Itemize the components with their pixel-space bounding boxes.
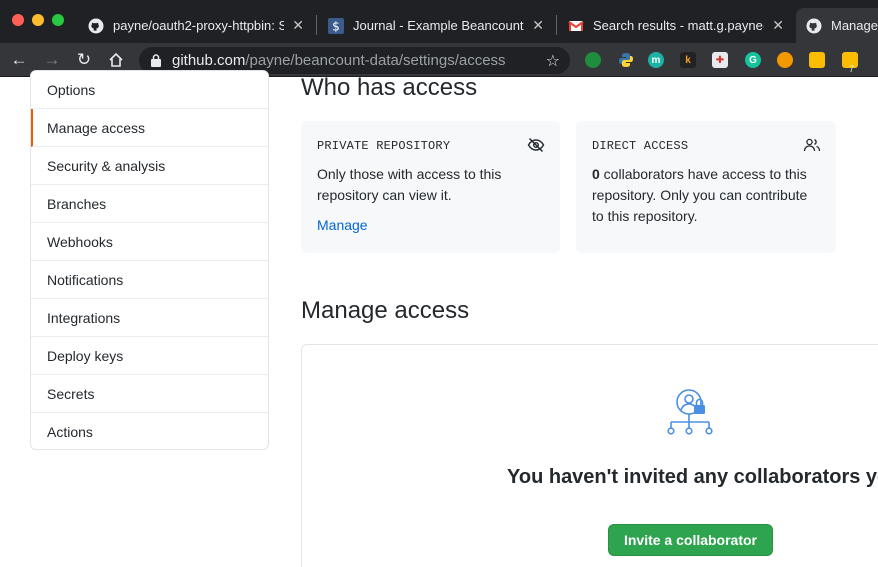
window-close-button[interactable]: [12, 14, 24, 26]
private-repository-card: PRIVATE REPOSITORY Only those with acces…: [301, 121, 560, 253]
browser-tab-bar: payne/oauth2-proxy-httpbin: S ✕ $ Journa…: [0, 0, 878, 43]
forward-arrow-icon[interactable]: →: [42, 50, 62, 70]
url-host: github.com: [172, 52, 246, 69]
reload-icon[interactable]: ↻: [74, 50, 94, 70]
empty-state-heading: You haven't invited any collaborators ye…: [507, 466, 878, 488]
sidebar-item-options[interactable]: Options: [31, 71, 268, 109]
window-minimize-button[interactable]: [32, 14, 44, 26]
sidebar-item-branches[interactable]: Branches: [31, 185, 268, 223]
github-icon: [88, 18, 104, 34]
sidebar-item-notifications[interactable]: Notifications: [31, 261, 268, 299]
beancount-dollar-icon: $: [328, 17, 344, 34]
sidebar-item-actions[interactable]: Actions: [31, 413, 268, 451]
sidebar-item-manage-access[interactable]: Manage access: [31, 109, 268, 147]
browser-tab-beancount-journal[interactable]: $ Journal - Example Beancount f ✕: [318, 8, 554, 43]
note-extension-icon[interactable]: [809, 52, 825, 68]
card-text-line: repository can view it.: [317, 187, 452, 203]
back-arrow-icon[interactable]: ←: [9, 50, 29, 70]
collaborator-count: 0: [592, 166, 600, 182]
card-text-line: Only those with access to this: [317, 166, 502, 182]
browser-tab-manage-access[interactable]: Manage: [796, 8, 878, 43]
close-icon[interactable]: ✕: [532, 17, 544, 34]
extension-badge: 7: [849, 64, 855, 74]
bookmark-star-icon[interactable]: ☆: [546, 51, 560, 71]
sidebar-item-webhooks[interactable]: Webhooks: [31, 223, 268, 261]
card-text-line: to this repository.: [592, 208, 698, 224]
tab-title: Manage: [831, 18, 878, 33]
python-extension-icon[interactable]: [618, 52, 634, 68]
k-extension-icon[interactable]: k: [680, 52, 696, 68]
sidebar-item-security-analysis[interactable]: Security & analysis: [31, 147, 268, 185]
who-has-access-title: Who has access: [301, 74, 478, 101]
card-description: Only those with access to this repositor…: [317, 164, 501, 206]
eye-closed-icon: [527, 136, 545, 154]
tab-title: Search results - matt.g.payne@: [593, 18, 765, 33]
sidebar-item-integrations[interactable]: Integrations: [31, 299, 268, 337]
invite-collaborator-button[interactable]: Invite a collaborator: [608, 524, 773, 556]
card-text-line: 0 collaborators have access to this: [592, 164, 807, 185]
settings-sidebar: Options Manage access Security & analysi…: [30, 70, 269, 450]
card-text-line: repository. Only you can contribute: [592, 187, 808, 203]
tab-title: payne/oauth2-proxy-httpbin: S: [113, 18, 285, 33]
card-label: DIRECT ACCESS: [592, 139, 689, 153]
window-zoom-button[interactable]: [52, 14, 64, 26]
sidebar-item-secrets[interactable]: Secrets: [31, 375, 268, 413]
browser-tab-gmail-search[interactable]: Search results - matt.g.payne@ ✕: [558, 8, 794, 43]
grammarly-icon[interactable]: G: [745, 52, 761, 68]
url-path: /payne/beancount-data/settings/access: [245, 52, 506, 69]
close-icon[interactable]: ✕: [292, 17, 304, 34]
card-text-fragment: collaborators have access to this: [599, 166, 807, 182]
card-label: PRIVATE REPOSITORY: [317, 139, 451, 153]
manage-link[interactable]: Manage: [317, 217, 368, 233]
browser-tab-oauth2-proxy[interactable]: payne/oauth2-proxy-httpbin: S ✕: [78, 8, 314, 43]
m-extension-icon[interactable]: m: [648, 52, 664, 68]
github-icon: [806, 18, 822, 34]
evernote-extension-icon[interactable]: [585, 52, 601, 68]
people-icon: [803, 136, 821, 154]
collaborators-lock-icon: [662, 388, 718, 440]
home-icon[interactable]: [106, 50, 126, 70]
svg-text:$: $: [332, 19, 340, 33]
lock-icon: [151, 54, 163, 68]
direct-access-card: DIRECT ACCESS 0 collaborators have acces…: [576, 121, 836, 253]
card-description: 0 collaborators have access to this repo…: [592, 164, 807, 227]
collaborators-panel: [301, 344, 878, 567]
owl-extension-icon[interactable]: [777, 52, 793, 68]
tab-divider: [316, 15, 317, 35]
tab-divider: [556, 15, 557, 35]
tab-title: Journal - Example Beancount f: [353, 18, 525, 33]
plus-extension-icon[interactable]: ✚: [712, 52, 728, 68]
gmail-icon: [568, 18, 584, 34]
close-icon[interactable]: ✕: [772, 17, 784, 34]
sidebar-item-deploy-keys[interactable]: Deploy keys: [31, 337, 268, 375]
manage-access-title: Manage access: [301, 297, 470, 324]
